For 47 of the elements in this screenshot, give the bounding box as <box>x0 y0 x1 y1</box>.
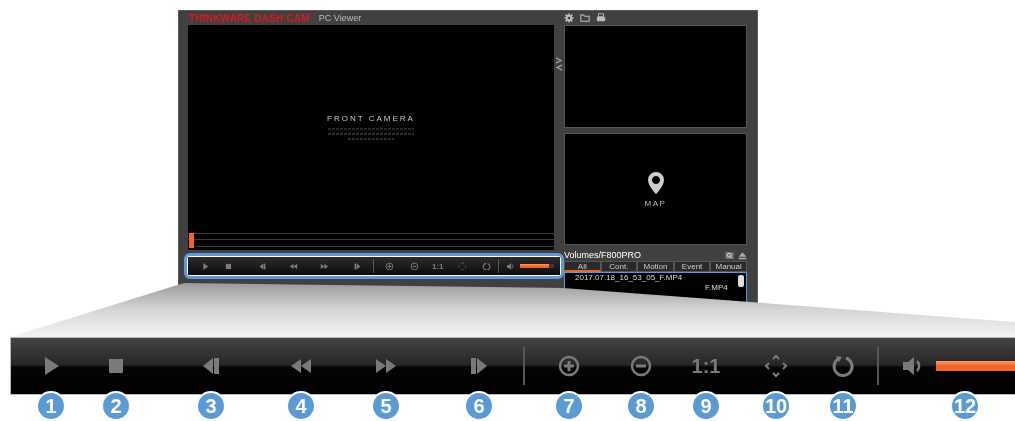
callout-number: 8 <box>626 391 656 421</box>
folder-path: Volumes/F800PRO <box>564 250 642 260</box>
speaker-icon[interactable] <box>506 261 516 271</box>
file-row[interactable]: 2017.07.18_16_53_05_F.MP4 <box>575 273 683 283</box>
rotate-icon[interactable] <box>831 354 855 378</box>
printer-icon[interactable] <box>596 13 607 23</box>
settings-icon[interactable] <box>564 13 575 23</box>
callout-number: 10 <box>761 391 791 421</box>
collapse-arrows-icon[interactable] <box>555 57 563 71</box>
scrollbar[interactable] <box>738 275 744 287</box>
callout-number: 3 <box>196 391 226 421</box>
map-label: MAP <box>644 198 667 208</box>
volume-slider[interactable] <box>936 361 1015 371</box>
window-title: PC Viewer <box>318 13 362 23</box>
filter-tab[interactable]: All <box>564 261 601 272</box>
ratio-button[interactable]: 1:1 <box>691 354 721 378</box>
play-icon[interactable] <box>200 261 210 271</box>
zoom-out-icon[interactable] <box>410 261 420 271</box>
callout-number: 11 <box>828 391 858 421</box>
folder-icon[interactable] <box>580 13 591 23</box>
callout-number: 7 <box>554 391 584 421</box>
ratio-button[interactable]: 1:1 <box>431 261 444 271</box>
brand-logo: THINKWARE DASH CAM <box>189 12 310 24</box>
step-back-icon[interactable] <box>257 261 267 271</box>
zoom-out-icon[interactable] <box>629 354 653 378</box>
callout-number: 1 <box>36 391 66 421</box>
callout-number: 2 <box>101 391 131 421</box>
camera-label: FRONT CAMERA <box>327 114 415 123</box>
rewind-icon[interactable] <box>289 261 299 271</box>
timeline-marker[interactable] <box>189 233 194 248</box>
volume-slider[interactable] <box>519 264 549 268</box>
rotate-icon[interactable] <box>481 261 491 271</box>
callout-number: 12 <box>950 391 980 421</box>
zoom-in-icon[interactable] <box>384 261 394 271</box>
step-forward-icon[interactable] <box>352 261 362 271</box>
callout-number: 4 <box>286 391 316 421</box>
callout-number: 6 <box>464 391 494 421</box>
eject-icon[interactable] <box>738 250 747 260</box>
map-pin-icon <box>646 170 665 195</box>
fit-arrows-icon[interactable] <box>764 354 788 378</box>
callout-number: 9 <box>691 391 721 421</box>
file-row[interactable]: F.MP4 <box>705 283 728 293</box>
search-icon[interactable] <box>725 250 734 260</box>
callout-number: 5 <box>371 391 401 421</box>
stop-icon[interactable] <box>223 261 233 271</box>
fast-forward-icon[interactable] <box>319 261 329 271</box>
zoom-in-icon[interactable] <box>557 354 581 378</box>
